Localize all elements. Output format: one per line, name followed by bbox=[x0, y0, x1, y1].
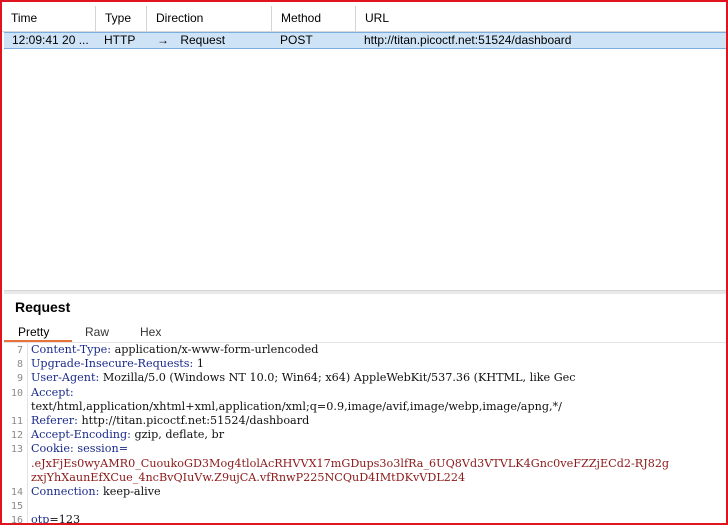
cookie-value: zxjYhXaunEfXCue_4ncBvQIuVw.Z9ujCA.vfRnwP… bbox=[31, 470, 466, 484]
tab-hex[interactable]: Hex bbox=[130, 322, 190, 342]
editor-line: .eJxFjEs0wyAMR0_CuoukoGD3Mog4tlolAcRHVVX… bbox=[4, 456, 726, 471]
header-name: Connection: bbox=[31, 484, 100, 498]
line-number bbox=[4, 399, 28, 414]
header-name: Accept: bbox=[31, 385, 74, 399]
line-number: 9 bbox=[4, 371, 28, 386]
history-table-header: Time Type Direction Method URL bbox=[2, 6, 726, 32]
editor-line: 8 Upgrade-Insecure-Requests: 1 bbox=[4, 357, 726, 372]
editor-line: 10 Accept: bbox=[4, 385, 726, 400]
editor-line: text/html,application/xhtml+xml,applicat… bbox=[4, 399, 726, 414]
cell-time: 12:09:41 20 ... bbox=[12, 33, 89, 47]
header-value: text/html,application/xhtml+xml,applicat… bbox=[31, 399, 562, 413]
column-header-type[interactable]: Type bbox=[96, 6, 147, 31]
editor-line: 7 Content-Type: application/x-www-form-u… bbox=[4, 343, 726, 358]
header-name: Cookie: bbox=[31, 442, 74, 456]
line-number: 8 bbox=[4, 357, 28, 372]
arrow-right-icon: → bbox=[157, 33, 169, 47]
param-value: =123 bbox=[49, 513, 81, 525]
editor-line: 13 Cookie: session= bbox=[4, 442, 726, 457]
editor-line: zxjYhXaunEfXCue_4ncBvQIuVw.Z9ujCA.vfRnwP… bbox=[4, 470, 726, 485]
editor-line: 16 otp=123 bbox=[4, 513, 726, 525]
header-value: keep-alive bbox=[99, 484, 161, 498]
line-number: 13 bbox=[4, 442, 28, 457]
line-number: 14 bbox=[4, 484, 28, 500]
cell-type: HTTP bbox=[104, 33, 136, 47]
cell-url: http://titan.picoctf.net:51524/dashboard bbox=[364, 33, 572, 47]
table-row[interactable]: 12:09:41 20 ... HTTP → Request POST http… bbox=[4, 32, 726, 49]
header-value: 1 bbox=[193, 357, 205, 371]
editor-line: 14 Connection: keep-alive bbox=[4, 484, 726, 500]
header-value: Mozilla/5.0 (Windows NT 10.0; Win64; x64… bbox=[99, 371, 576, 385]
editor-line: 11 Referer: http://titan.picoctf.net:515… bbox=[4, 413, 726, 429]
tab-raw[interactable]: Raw bbox=[72, 322, 130, 342]
history-table-body[interactable] bbox=[4, 49, 726, 289]
line-number: 7 bbox=[4, 343, 28, 358]
window-frame: Time Type Direction Method URL 12:09:41 … bbox=[0, 0, 728, 525]
column-header-method[interactable]: Method bbox=[272, 6, 356, 31]
editor-line: 15 bbox=[4, 499, 726, 514]
header-value: gzip, deflate, br bbox=[130, 428, 225, 442]
column-header-direction[interactable]: Direction bbox=[147, 6, 272, 31]
pane-splitter[interactable] bbox=[4, 290, 726, 294]
line-number bbox=[4, 456, 28, 471]
header-name: Upgrade-Insecure-Requests: bbox=[31, 357, 194, 371]
line-number: 16 bbox=[4, 513, 28, 523]
header-name: Accept-Encoding: bbox=[31, 428, 131, 442]
line-number: 15 bbox=[4, 499, 28, 514]
header-value: application/x-www-form-urlencoded bbox=[111, 343, 319, 356]
line-number: 10 bbox=[4, 385, 28, 400]
request-editor[interactable]: 7 Content-Type: application/x-www-form-u… bbox=[4, 343, 726, 525]
cell-direction: → Request bbox=[147, 33, 272, 48]
line-number: 12 bbox=[4, 428, 28, 443]
header-name: Content-Type: bbox=[31, 343, 112, 356]
param-name: otp bbox=[31, 513, 50, 525]
line-number bbox=[4, 470, 28, 485]
editor-line: 12 Accept-Encoding: gzip, deflate, br bbox=[4, 428, 726, 443]
column-header-time[interactable]: Time bbox=[2, 6, 96, 31]
header-name: User-Agent: bbox=[31, 371, 100, 385]
header-value: http://titan.picoctf.net:51524/dashboard bbox=[77, 413, 310, 427]
request-pane-title: Request bbox=[15, 299, 71, 315]
request-tabs: Pretty Raw Hex bbox=[4, 322, 726, 342]
tab-pretty[interactable]: Pretty bbox=[4, 322, 72, 342]
column-header-url[interactable]: URL bbox=[356, 6, 726, 31]
direction-label: Request bbox=[180, 33, 226, 47]
header-name: Referer: bbox=[31, 413, 78, 427]
cookie-value: .eJxFjEs0wyAMR0_CuoukoGD3Mog4tlolAcRHVVX… bbox=[31, 456, 670, 470]
line-number: 11 bbox=[4, 413, 28, 429]
editor-line: 9 User-Agent: Mozilla/5.0 (Windows NT 10… bbox=[4, 371, 726, 386]
cookie-name: session= bbox=[73, 442, 129, 456]
cell-method: POST bbox=[280, 33, 313, 47]
